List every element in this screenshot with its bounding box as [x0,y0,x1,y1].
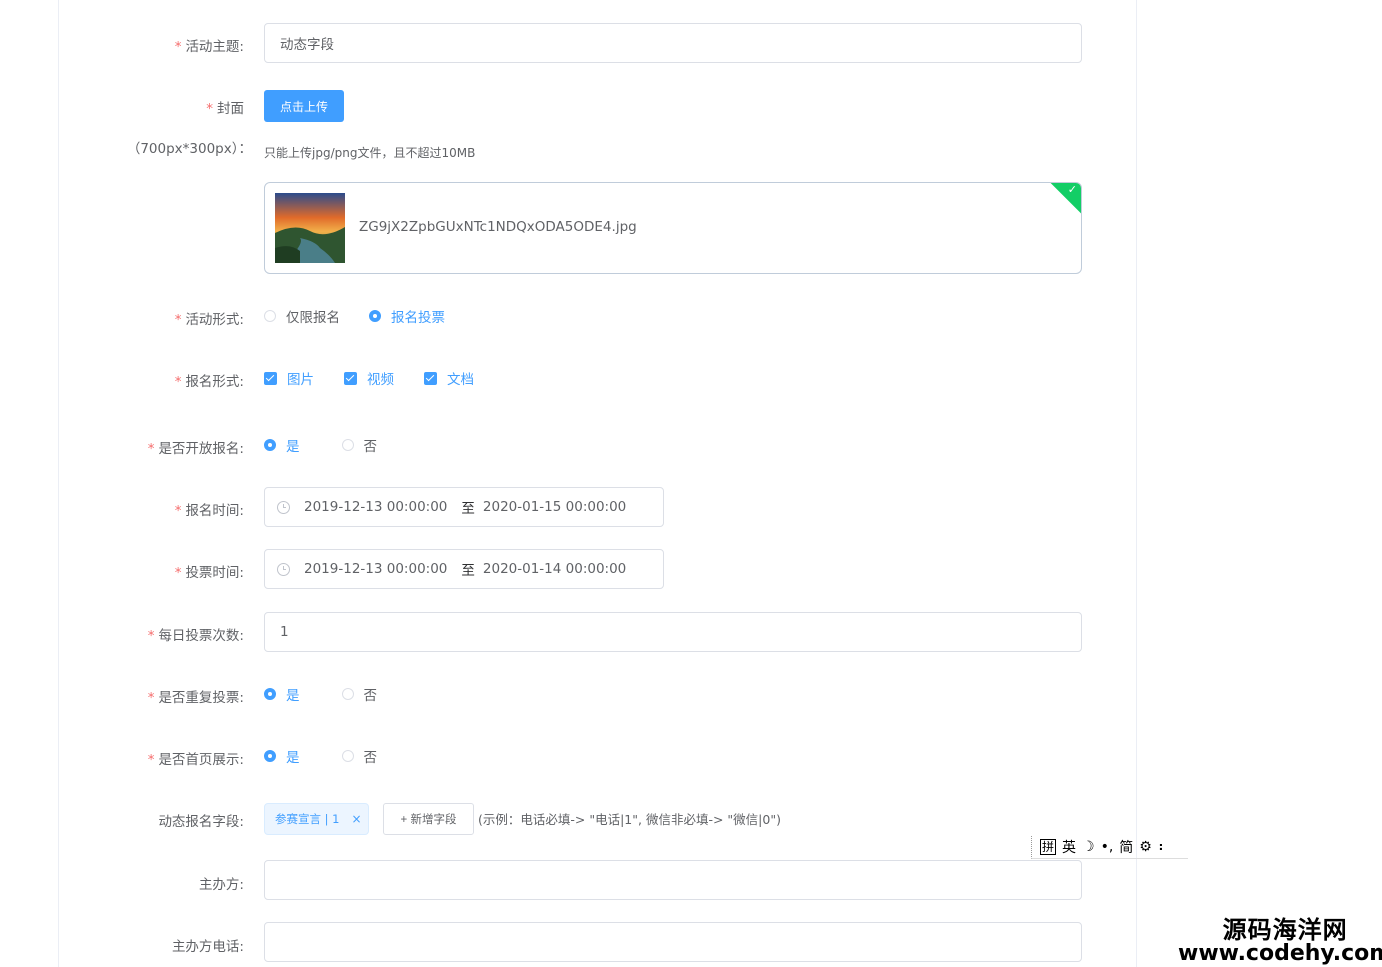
homepage-radio-group: 是 否 [264,746,377,766]
radio-open-no[interactable]: 否 [341,435,377,455]
checkbox-checked-icon [264,371,277,385]
radio-selected-icon [264,750,276,762]
checkbox-image[interactable]: 图片 [264,368,314,388]
organizer-phone-label: 主办方电话: [171,939,244,955]
radio-signup-only[interactable]: 仅限报名 [264,306,340,326]
activity-form-label: * 活动形式: [174,312,244,328]
organizer-label: 主办方: [198,877,244,893]
signup-time-label: * 报名时间: [174,503,244,519]
radio-selected-icon [369,310,381,322]
title-label: * 活动主题: [174,39,244,55]
signup-time-end[interactable]: 2020-01-15 00:00:00 [483,499,626,515]
radio-circle-icon [341,688,354,700]
dynamic-field-tag-label: 参赛宣言 | 1 [275,812,340,826]
cover-label: * 封面 [206,101,244,117]
clock-icon [277,500,290,514]
open-signup-label: * 是否开放报名: [147,441,244,457]
radio-repeat-yes[interactable]: 是 [264,684,300,704]
range-separator: 至 [461,501,475,517]
watermark-line1: 源码海洋网 [1222,916,1348,944]
vote-time-end[interactable]: 2020-01-14 00:00:00 [483,561,626,577]
activity-form-radio-group: 仅限报名 报名投票 [264,306,445,326]
radio-open-yes[interactable]: 是 [264,435,300,455]
repeat-vote-radio-group: 是 否 [264,684,377,704]
organizer-phone-input[interactable] [264,922,1082,962]
add-field-button[interactable]: + 新增字段 [383,803,474,835]
radio-circle-icon [264,310,276,322]
radio-selected-icon [264,688,276,700]
radio-homepage-yes[interactable]: 是 [264,746,300,766]
signup-time-range-picker[interactable]: 2019-12-13 00:00:00 至 2020-01-15 00:00:0… [264,487,664,527]
upload-tip: 只能上传jpg/png文件，且不超过10MB [264,146,476,160]
daily-votes-input[interactable] [264,612,1082,652]
ime-toolbar[interactable]: 拼 英 ☽ •, 简 ⚙ ⠆ [1031,836,1188,859]
radio-circle-icon [341,750,354,762]
dynamic-field-example: (示例：电话必填-> "电话|1", 微信非必填-> "微信|0") [478,812,781,827]
checkbox-checked-icon [424,371,437,385]
open-signup-radio-group: 是 否 [264,435,377,455]
ime-mode-box[interactable]: 拼 [1040,839,1057,855]
uploaded-thumbnail [275,193,345,263]
organizer-input[interactable] [264,860,1082,900]
checkbox-video[interactable]: 视频 [344,368,394,388]
radio-repeat-no[interactable]: 否 [341,684,377,704]
radio-homepage-no[interactable]: 否 [341,746,377,766]
daily-votes-label: * 每日投票次数: [147,628,244,644]
uploaded-file-name: ZG9jX2ZpbGUxNTc1NDQxODA5ODE4.jpg [359,219,637,235]
clock-icon [277,562,290,576]
signup-time-start[interactable]: 2019-12-13 00:00:00 [304,499,447,515]
range-separator: 至 [461,563,475,579]
dynamic-field-tag: 参赛宣言 | 1 × [264,803,369,835]
watermark-line2: www.codehy.com [1178,941,1382,966]
vote-time-label: * 投票时间: [174,565,244,581]
watermark: 源码海洋网 www.codehy.com [1178,910,1382,966]
gear-icon[interactable]: ⚙ [1139,839,1152,855]
landscape-image-icon [275,193,345,263]
dynamic-fields-label: 动态报名字段: [158,814,244,830]
checkbox-document[interactable]: 文档 [424,368,474,388]
check-icon: ✓ [1067,183,1077,196]
cover-size-label: （700px*300px）： [126,141,252,157]
vote-time-start[interactable]: 2019-12-13 00:00:00 [304,561,447,577]
radio-selected-icon [264,439,276,451]
upload-button[interactable]: 点击上传 [264,90,344,122]
ime-simplified-toggle[interactable]: 简 [1119,837,1133,857]
moon-icon[interactable]: ☽ [1082,839,1095,855]
radio-signup-vote[interactable]: 报名投票 [369,306,445,326]
homepage-label: * 是否首页展示: [147,752,244,768]
tag-close-icon[interactable]: × [352,812,362,826]
punctuation-icon[interactable]: •, [1101,839,1114,855]
signup-form-label: * 报名形式: [174,374,244,390]
signup-form-checkbox-group: 图片 视频 文档 [264,368,474,388]
success-corner [1049,183,1081,215]
vote-time-range-picker[interactable]: 2019-12-13 00:00:00 至 2020-01-14 00:00:0… [264,549,664,589]
radio-circle-icon [341,439,354,451]
ime-english-toggle[interactable]: 英 [1062,837,1076,857]
ime-more-icon[interactable]: ⠆ [1158,839,1168,855]
uploaded-file-card[interactable]: ZG9jX2ZpbGUxNTc1NDQxODA5ODE4.jpg ✓ [264,182,1082,274]
repeat-vote-label: * 是否重复投票: [147,690,244,706]
checkbox-checked-icon [344,371,357,385]
title-input[interactable] [264,23,1082,63]
